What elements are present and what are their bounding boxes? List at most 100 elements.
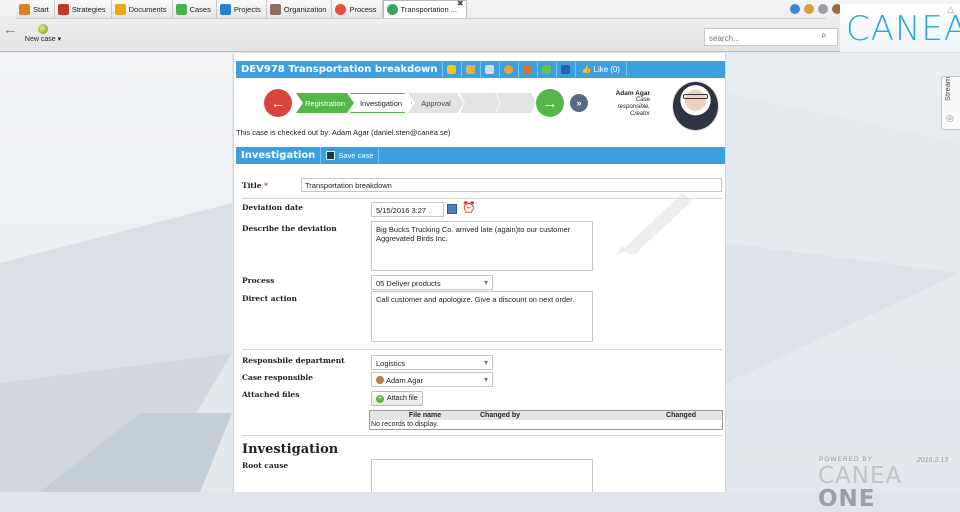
process-label: Process: [242, 276, 275, 285]
process-select[interactable]: 05 Deliver products: [371, 275, 493, 290]
tab-documents[interactable]: Documents: [111, 0, 173, 18]
help-icon[interactable]: [790, 4, 800, 14]
aperture-graphic: [0, 203, 232, 492]
projects-icon: [219, 3, 231, 15]
tab-organization[interactable]: Organization: [266, 0, 333, 18]
attach-file-label: Attach file: [387, 395, 418, 402]
like-label: Like: [593, 65, 609, 74]
direct-action-label: Direct action: [242, 294, 297, 303]
alarm-clock-icon[interactable]: ⏰: [462, 201, 476, 214]
deviation-date-value: 5/15/2016 3:27 .: [376, 206, 431, 215]
section-header-bar: Investigation Save case: [236, 147, 725, 164]
column-header[interactable]: Changed by: [480, 411, 580, 420]
left-background: [0, 53, 232, 492]
tools-icon[interactable]: [804, 4, 814, 14]
step-investigation[interactable]: Investigation: [350, 93, 412, 113]
tab-projects[interactable]: Projects: [216, 0, 267, 18]
title-label-text: Title: [242, 181, 262, 190]
deviation-date-field[interactable]: 5/15/2016 3:27 .: [371, 202, 444, 217]
users-icon[interactable]: [460, 62, 480, 77]
case-responsible-select[interactable]: Adam Agar: [371, 372, 493, 387]
save-case-button[interactable]: Save case: [320, 147, 380, 164]
search-icon[interactable]: ⌕: [821, 30, 827, 41]
search-input[interactable]: [704, 28, 838, 46]
avatar[interactable]: [672, 81, 719, 131]
case-title: DEV978 Transportation breakdown: [241, 64, 438, 75]
tab-process[interactable]: Process: [332, 0, 383, 18]
step-4[interactable]: [460, 93, 500, 113]
tab-strip: Start Strategies Documents Cases Project…: [16, 0, 467, 18]
attach-file-button[interactable]: + Attach file: [371, 391, 423, 406]
files-table: File name Changed by Changed No records …: [369, 410, 723, 430]
tab-label: Process: [349, 4, 377, 14]
floppy-disk-icon: [326, 151, 336, 160]
like-button[interactable]: 👍 Like (0): [574, 62, 627, 77]
cases-icon: [175, 3, 187, 15]
tab-label: Documents: [128, 4, 167, 14]
root-cause-field[interactable]: [371, 459, 593, 492]
direct-action-field[interactable]: Call customer and apologize. Give a disc…: [371, 291, 593, 342]
settings-icon[interactable]: [818, 4, 828, 14]
tab-strategies[interactable]: Strategies: [54, 0, 112, 18]
pen-icon[interactable]: [479, 62, 499, 77]
describe-value: Big Bucks Trucking Co. arrived late (aga…: [376, 225, 571, 243]
tab-label: Strategies: [71, 4, 106, 14]
close-tab-icon[interactable]: ✖: [457, 0, 464, 8]
powered-by-label: POWERED BY: [819, 456, 874, 463]
tab-label: Transportation ...: [400, 5, 457, 14]
organization-icon: [269, 3, 281, 15]
step-5[interactable]: [496, 93, 536, 113]
step-registration[interactable]: Registration: [296, 93, 354, 113]
divider: [242, 198, 722, 199]
canea-logo: CANEA: [846, 9, 960, 49]
tab-start[interactable]: Start: [16, 0, 55, 18]
department-value: Logistics: [376, 359, 406, 368]
tab-transportation[interactable]: Transportation ... ✖: [382, 0, 467, 18]
stream-side-tab[interactable]: Stream ◎: [941, 76, 960, 130]
column-header[interactable]: Changed: [580, 411, 722, 420]
person-icon: [376, 376, 384, 384]
top-icon-group: [790, 4, 842, 14]
checkout-notice: This case is checked out by: Adam Agar (…: [236, 128, 451, 137]
case-responsible-label: Case responsible: [242, 373, 314, 382]
title-value: Transportation breakdown: [305, 181, 392, 190]
stream-icon: ◎: [946, 113, 954, 123]
case-icon: [386, 4, 398, 15]
process-icon: [335, 3, 347, 15]
clock-icon[interactable]: [498, 62, 518, 77]
export-icon[interactable]: [536, 62, 556, 77]
new-case-icon: [38, 24, 48, 34]
back-arrow-icon[interactable]: ←: [3, 22, 18, 37]
next-step-icon[interactable]: →: [536, 89, 564, 117]
word-icon[interactable]: [555, 62, 575, 77]
new-case-button[interactable]: New case ▾: [20, 24, 66, 48]
tab-label: Organization: [283, 4, 327, 14]
attached-files-label: Attached files: [242, 390, 300, 399]
investigation-heading: Investigation: [242, 442, 339, 457]
deviation-date-label: Deviation date: [242, 203, 304, 212]
chart-icon[interactable]: [517, 62, 537, 77]
pen-watermark: [616, 193, 692, 255]
divider: [242, 349, 722, 350]
tab-cases[interactable]: Cases: [172, 0, 217, 18]
role-line: responsible,: [617, 104, 650, 110]
previous-step-icon[interactable]: ←: [264, 89, 292, 117]
step-label: Investigation: [359, 98, 403, 108]
column-header[interactable]: File name: [370, 411, 480, 420]
case-toolbar: 👍 Like (0): [441, 62, 627, 77]
step-approval[interactable]: Approval: [408, 93, 464, 113]
process-value: 05 Deliver products: [376, 279, 441, 288]
case-responsible-value: Adam Agar: [386, 376, 424, 385]
role-line: Creator: [629, 111, 650, 117]
title-field[interactable]: Transportation breakdown: [301, 178, 722, 192]
warning-icon[interactable]: [441, 62, 461, 77]
toolbar-divider: [16, 18, 826, 19]
collapse-caret-icon[interactable]: △: [947, 4, 954, 15]
tab-label: Cases: [189, 4, 211, 14]
new-case-label: New case ▾: [24, 36, 62, 43]
calendar-icon[interactable]: [447, 204, 457, 214]
department-select[interactable]: Logistics: [371, 355, 493, 370]
describe-field[interactable]: Big Bucks Trucking Co. arrived late (aga…: [371, 221, 593, 271]
role-line: Case: [635, 97, 650, 103]
documents-icon: [114, 3, 126, 15]
